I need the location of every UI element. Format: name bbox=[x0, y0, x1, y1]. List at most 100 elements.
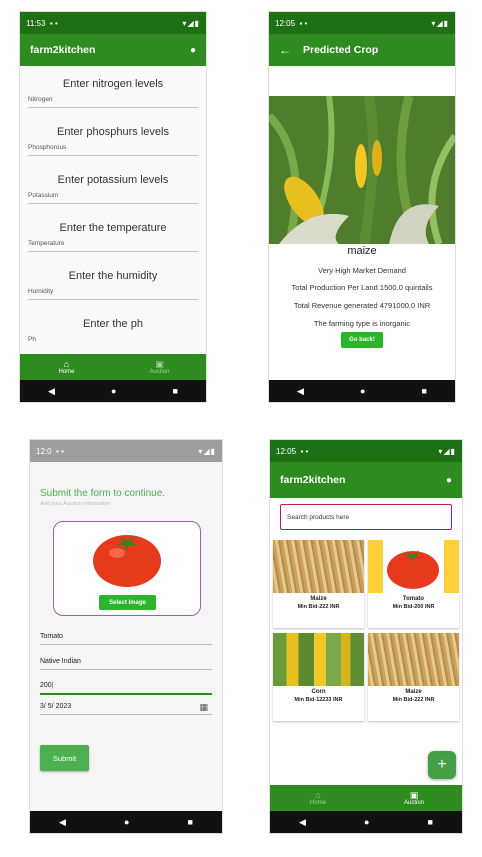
crop-name: maize bbox=[347, 245, 377, 257]
phosphorous-field[interactable]: Enter phosphurs levels Phosphorous bbox=[28, 126, 198, 156]
app-title: farm2kitchen bbox=[30, 44, 96, 56]
product-name: Maize bbox=[310, 596, 327, 602]
back-nav-icon[interactable]: ◀ bbox=[59, 817, 66, 828]
product-name: Maize bbox=[405, 689, 422, 695]
notification-dot-icon: ▪ • bbox=[295, 18, 308, 28]
potassium-field[interactable]: Enter potassium levels Potassium bbox=[28, 174, 198, 204]
field-header: Enter nitrogen levels bbox=[62, 78, 164, 90]
search-placeholder: Search products here bbox=[287, 513, 350, 521]
field-label: Humidity bbox=[28, 288, 54, 295]
product-card[interactable]: Maize Min Bid-222 INR bbox=[273, 540, 364, 628]
crop-image bbox=[269, 96, 455, 244]
add-fab[interactable]: + bbox=[428, 751, 456, 779]
field-header: Enter potassium levels bbox=[57, 174, 169, 186]
nav-home-tab[interactable]: ⌂ Home bbox=[20, 354, 113, 380]
nav-home-label: Home bbox=[58, 368, 75, 375]
wheat-image bbox=[368, 633, 459, 686]
system-nav-bar: ◀ ● ■ bbox=[270, 811, 462, 833]
home-icon: ⌂ bbox=[63, 358, 70, 369]
back-nav-icon[interactable]: ◀ bbox=[299, 817, 306, 828]
recents-nav-icon[interactable]: ■ bbox=[428, 817, 433, 827]
nitrogen-field[interactable]: Enter nitrogen levels Nitrogen bbox=[28, 78, 198, 108]
nav-home-label: Home bbox=[309, 799, 326, 806]
submit-button[interactable]: Submit bbox=[40, 745, 89, 771]
product-bid: Min Bid-222 INR bbox=[392, 697, 435, 703]
app-bar: farm2kitchen ● bbox=[20, 34, 206, 66]
field-label: Potassium bbox=[28, 192, 59, 199]
home-nav-icon[interactable]: ● bbox=[360, 386, 365, 396]
tomato-image bbox=[368, 540, 459, 593]
home-nav-icon[interactable]: ● bbox=[111, 386, 116, 396]
search-input[interactable]: Search products here bbox=[280, 504, 452, 530]
nav-auction-label: Auction bbox=[403, 799, 424, 806]
production-text: Total Production Per Land 1500.0 quintai… bbox=[291, 283, 433, 292]
input-value: Tomato bbox=[40, 633, 63, 640]
input-value: Native Indian bbox=[40, 658, 81, 665]
notification-dot-icon: ▪ • bbox=[45, 18, 58, 28]
recents-nav-icon[interactable]: ■ bbox=[188, 817, 193, 827]
signal-battery-icon: ▾◢▮ bbox=[182, 18, 200, 28]
temperature-field[interactable]: Enter the temperature Temperature bbox=[28, 222, 198, 252]
back-nav-icon[interactable]: ◀ bbox=[48, 386, 55, 397]
status-bar: 12:05 ▪ • ▾◢▮ bbox=[270, 440, 462, 462]
field-label: Temperature bbox=[28, 240, 65, 247]
min-bid-input[interactable]: 200| bbox=[40, 682, 212, 695]
calendar-icon[interactable]: ▦ bbox=[199, 702, 208, 713]
field-header: Enter the ph bbox=[83, 318, 143, 330]
field-label: Phosphorous bbox=[28, 144, 67, 151]
nav-home-tab[interactable]: ⌂ Home bbox=[270, 785, 366, 811]
product-bid: Min Bid-222 INR bbox=[297, 604, 340, 610]
nav-auction-tab[interactable]: ▣ Auction bbox=[366, 785, 462, 811]
variety-input[interactable]: Native Indian bbox=[40, 658, 212, 670]
product-name-input[interactable]: Tomato bbox=[40, 633, 212, 645]
humidity-field[interactable]: Enter the humidity Humidity bbox=[28, 270, 198, 300]
system-nav-bar: ◀ ● ■ bbox=[30, 811, 222, 833]
form-title: Submit the form to continue. bbox=[40, 488, 166, 499]
home-nav-icon[interactable]: ● bbox=[124, 817, 129, 827]
input-value: 3/ 5/ 2023 bbox=[40, 703, 72, 710]
product-card[interactable]: Maize Min Bid-222 INR bbox=[368, 633, 459, 721]
product-card[interactable]: Tomato Min Bid-200 INR bbox=[368, 540, 459, 628]
back-nav-icon[interactable]: ◀ bbox=[297, 386, 304, 397]
recents-nav-icon[interactable]: ■ bbox=[173, 386, 178, 396]
home-icon: ⌂ bbox=[315, 789, 321, 800]
account-icon[interactable]: ● bbox=[446, 475, 452, 486]
bottom-nav: ⌂ Home ▣ Auction bbox=[20, 354, 206, 380]
product-name: Corn bbox=[311, 689, 326, 695]
product-card[interactable]: Corn Min Bid-12233 INR bbox=[273, 633, 364, 721]
status-time: 12:05 bbox=[276, 446, 297, 456]
status-bar: 12:0 ▪ • ▾◢▮ bbox=[30, 440, 222, 462]
tomato-image bbox=[93, 535, 161, 587]
product-bid: Min Bid-200 INR bbox=[392, 604, 435, 610]
market-demand-text: Very High Market Demand bbox=[318, 266, 406, 275]
maize-field-image bbox=[269, 96, 455, 244]
back-arrow-icon[interactable]: ← bbox=[279, 43, 291, 57]
date-input[interactable]: 3/ 5/ 2023 ▦ bbox=[40, 702, 212, 715]
recents-nav-icon[interactable]: ■ bbox=[422, 386, 427, 396]
revenue-text: Total Revenue generated 4791000.0 INR bbox=[293, 301, 431, 310]
auction-icon: ▣ bbox=[409, 789, 419, 800]
go-back-button[interactable]: Go back! bbox=[341, 332, 383, 348]
system-nav-bar: ◀ ● ■ bbox=[269, 380, 455, 402]
app-bar: ← Predicted Crop bbox=[269, 34, 455, 66]
home-nav-icon[interactable]: ● bbox=[364, 817, 369, 827]
wheat-image bbox=[273, 540, 364, 593]
field-header: Enter the humidity bbox=[68, 270, 158, 282]
status-bar: 11:53 ▪ • ▾◢▮ bbox=[20, 12, 206, 34]
product-bid: Min Bid-12233 INR bbox=[294, 697, 343, 703]
ph-field[interactable]: Enter the ph Ph bbox=[28, 318, 198, 347]
account-icon[interactable]: ● bbox=[190, 45, 196, 56]
nav-auction-label: Auction bbox=[149, 368, 170, 375]
app-bar: farm2kitchen ● bbox=[270, 462, 462, 498]
nav-auction-tab[interactable]: ▣ Auction bbox=[113, 354, 206, 380]
bottom-nav: ⌂ Home ▣ Auction bbox=[270, 785, 462, 811]
screen-auction-listing: 12:05 ▪ • ▾◢▮ farm2kitchen ● Search prod… bbox=[270, 440, 462, 833]
form-subtitle: Add your Auction information bbox=[40, 501, 111, 507]
field-header: Enter phosphurs levels bbox=[57, 126, 169, 138]
notification-dot-icon: ▪ • bbox=[51, 446, 64, 456]
tomato-graphic bbox=[383, 540, 444, 593]
select-image-button[interactable]: Select Image bbox=[99, 595, 156, 610]
status-time: 12:05 bbox=[275, 18, 296, 28]
field-label: Ph bbox=[28, 336, 36, 343]
signal-battery-icon: ▾◢▮ bbox=[198, 446, 216, 456]
